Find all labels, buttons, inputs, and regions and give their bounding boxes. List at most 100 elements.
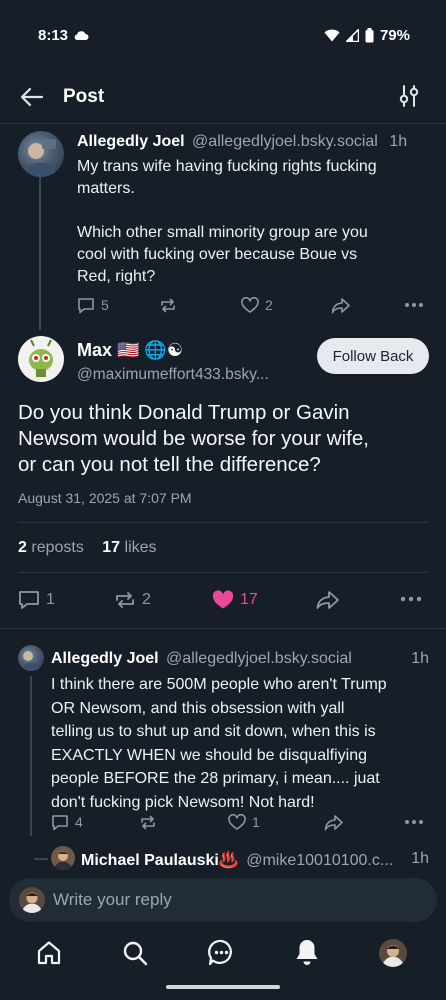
- author-handle[interactable]: @maximumeffort433.bsky...: [77, 366, 269, 384]
- author-name[interactable]: Allegedly Joel: [77, 133, 185, 150]
- repost-count: 2: [142, 591, 151, 608]
- repost-button[interactable]: 2: [114, 590, 151, 610]
- status-bar: 8:13 79%: [0, 0, 446, 70]
- avatar-allegedly-joel[interactable]: [18, 645, 44, 671]
- main-post-author: Max 🇺🇸 🌐☯: [77, 340, 183, 361]
- post-text-line: matters.: [77, 180, 135, 197]
- home-icon[interactable]: [35, 939, 63, 967]
- like-button[interactable]: 1: [228, 813, 260, 831]
- share-button[interactable]: [316, 590, 340, 610]
- heart-filled-icon: [212, 590, 234, 610]
- likes-label: likes: [124, 539, 157, 556]
- post-timestamp: August 31, 2025 at 7:07 PM: [18, 490, 192, 506]
- back-arrow-icon[interactable]: [18, 84, 46, 110]
- more-dots-icon: [404, 819, 424, 825]
- reply-button[interactable]: 4: [51, 814, 83, 831]
- reply-button[interactable]: 5: [77, 297, 109, 314]
- repost-icon: [139, 814, 157, 831]
- reply-composer-bar[interactable]: Write your reply: [9, 878, 437, 922]
- gesture-home-indicator: [166, 985, 280, 989]
- more-dots-icon: [400, 596, 422, 602]
- repost-button[interactable]: [139, 814, 157, 831]
- post-text-line: EXACTLY WHEN we should be disqualfiying: [51, 746, 367, 764]
- post-text-line: I think there are 500M people who aren't…: [51, 676, 387, 693]
- page-title: Post: [63, 86, 105, 107]
- author-name[interactable]: Max 🇺🇸 🌐☯: [77, 340, 183, 360]
- post-text-line: Red, right?: [77, 268, 156, 285]
- cell-signal-icon: [345, 29, 359, 42]
- avatar-michael-paulauski[interactable]: [51, 846, 75, 870]
- heart-icon: [241, 296, 259, 314]
- author-name[interactable]: Allegedly Joel: [51, 650, 159, 667]
- repost-button[interactable]: [159, 297, 177, 314]
- parent-post-text: My trans wife having fucking rights fuck…: [77, 156, 432, 288]
- likes-count: 17: [102, 539, 121, 556]
- post-text-line: OR Newsom, and this obsession with yall: [51, 699, 345, 717]
- divider: [0, 628, 446, 629]
- post-text-line: telling us to shut up and sit down, when…: [51, 723, 376, 740]
- share-icon: [331, 297, 351, 314]
- parent-post-actions: 5 2: [77, 294, 432, 316]
- main-post-text: Do you think Donald Trump or Gavin Newso…: [18, 400, 428, 478]
- status-time: 8:13: [38, 27, 89, 44]
- profile-avatar-icon[interactable]: [379, 939, 407, 967]
- engagement-stats: 2 reposts 17 likes: [18, 539, 157, 557]
- reposts-count: 2: [18, 539, 27, 556]
- post-text-line: Which other small minority group are you: [77, 224, 368, 241]
- reply-input-placeholder[interactable]: Write your reply: [53, 890, 172, 910]
- more-dots-icon: [404, 302, 424, 308]
- reply-count: 1: [46, 591, 55, 608]
- share-icon: [316, 590, 340, 610]
- top-app-bar: Post: [0, 70, 446, 124]
- reply-icon: [51, 814, 69, 831]
- chat-icon[interactable]: [207, 938, 236, 967]
- reposts-stat[interactable]: 2 reposts: [18, 539, 88, 556]
- notifications-bell-icon[interactable]: [294, 938, 320, 966]
- wifi-icon: [324, 29, 340, 42]
- reposts-label: reposts: [31, 539, 84, 556]
- reply-button[interactable]: 1: [18, 590, 55, 610]
- heart-icon: [228, 813, 246, 831]
- share-button[interactable]: [331, 297, 351, 314]
- author-handle[interactable]: @allegedlyjoel.bsky.social: [192, 133, 378, 150]
- like-count: 1: [252, 814, 260, 830]
- thread-connector-line: [39, 170, 41, 330]
- likes-stat[interactable]: 17 likes: [102, 539, 156, 556]
- author-handle[interactable]: @allegedlyjoel.bsky.social: [166, 650, 352, 667]
- more-options-button[interactable]: [404, 302, 424, 308]
- thread-connector-line: [30, 676, 32, 836]
- reply-icon: [77, 297, 95, 314]
- status-icons: 79%: [324, 27, 410, 44]
- post-text-line: people BEFORE the 28 primary, i mean....…: [51, 770, 380, 787]
- search-icon[interactable]: [121, 939, 149, 967]
- avatar-allegedly-joel[interactable]: [18, 131, 64, 177]
- battery-percent: 79%: [379, 27, 410, 44]
- main-post-actions: 1 2 17: [18, 588, 428, 612]
- thread-settings-icon[interactable]: [398, 84, 420, 108]
- more-options-button[interactable]: [400, 596, 422, 602]
- author-name[interactable]: Michael Paulauski♨️: [81, 852, 239, 869]
- more-options-button[interactable]: [404, 819, 424, 825]
- battery-icon: [365, 28, 374, 43]
- author-handle[interactable]: @mike10010100.c...: [246, 852, 393, 869]
- post-text-line: Do you think Donald Trump or Gavin: [18, 401, 350, 424]
- clock-text: 8:13: [38, 27, 69, 44]
- avatar-max[interactable]: [18, 336, 64, 382]
- share-icon: [324, 814, 344, 831]
- repost-icon: [114, 590, 136, 610]
- reply-count: 5: [101, 297, 109, 313]
- post-time: 1h: [411, 850, 429, 867]
- repost-icon: [159, 297, 177, 314]
- post-time: 1h: [411, 650, 429, 667]
- reply-icon: [18, 590, 40, 610]
- parent-post-header: Allegedly Joel @allegedlyjoel.bsky.socia…: [77, 133, 432, 151]
- follow-back-button[interactable]: Follow Back: [317, 338, 429, 374]
- share-button[interactable]: [324, 814, 344, 831]
- reply-post-header: Allegedly Joel @allegedlyjoel.bsky.socia…: [51, 650, 431, 668]
- nested-reply-header: Michael Paulauski♨️ @mike10010100.c... 1…: [81, 850, 431, 870]
- like-count: 17: [240, 591, 258, 608]
- like-button[interactable]: 2: [241, 296, 273, 314]
- reply-post-text: I think there are 500M people who aren't…: [51, 673, 436, 814]
- post-text-line: My trans wife having fucking rights fuck…: [77, 158, 377, 175]
- like-button[interactable]: 17: [212, 590, 258, 610]
